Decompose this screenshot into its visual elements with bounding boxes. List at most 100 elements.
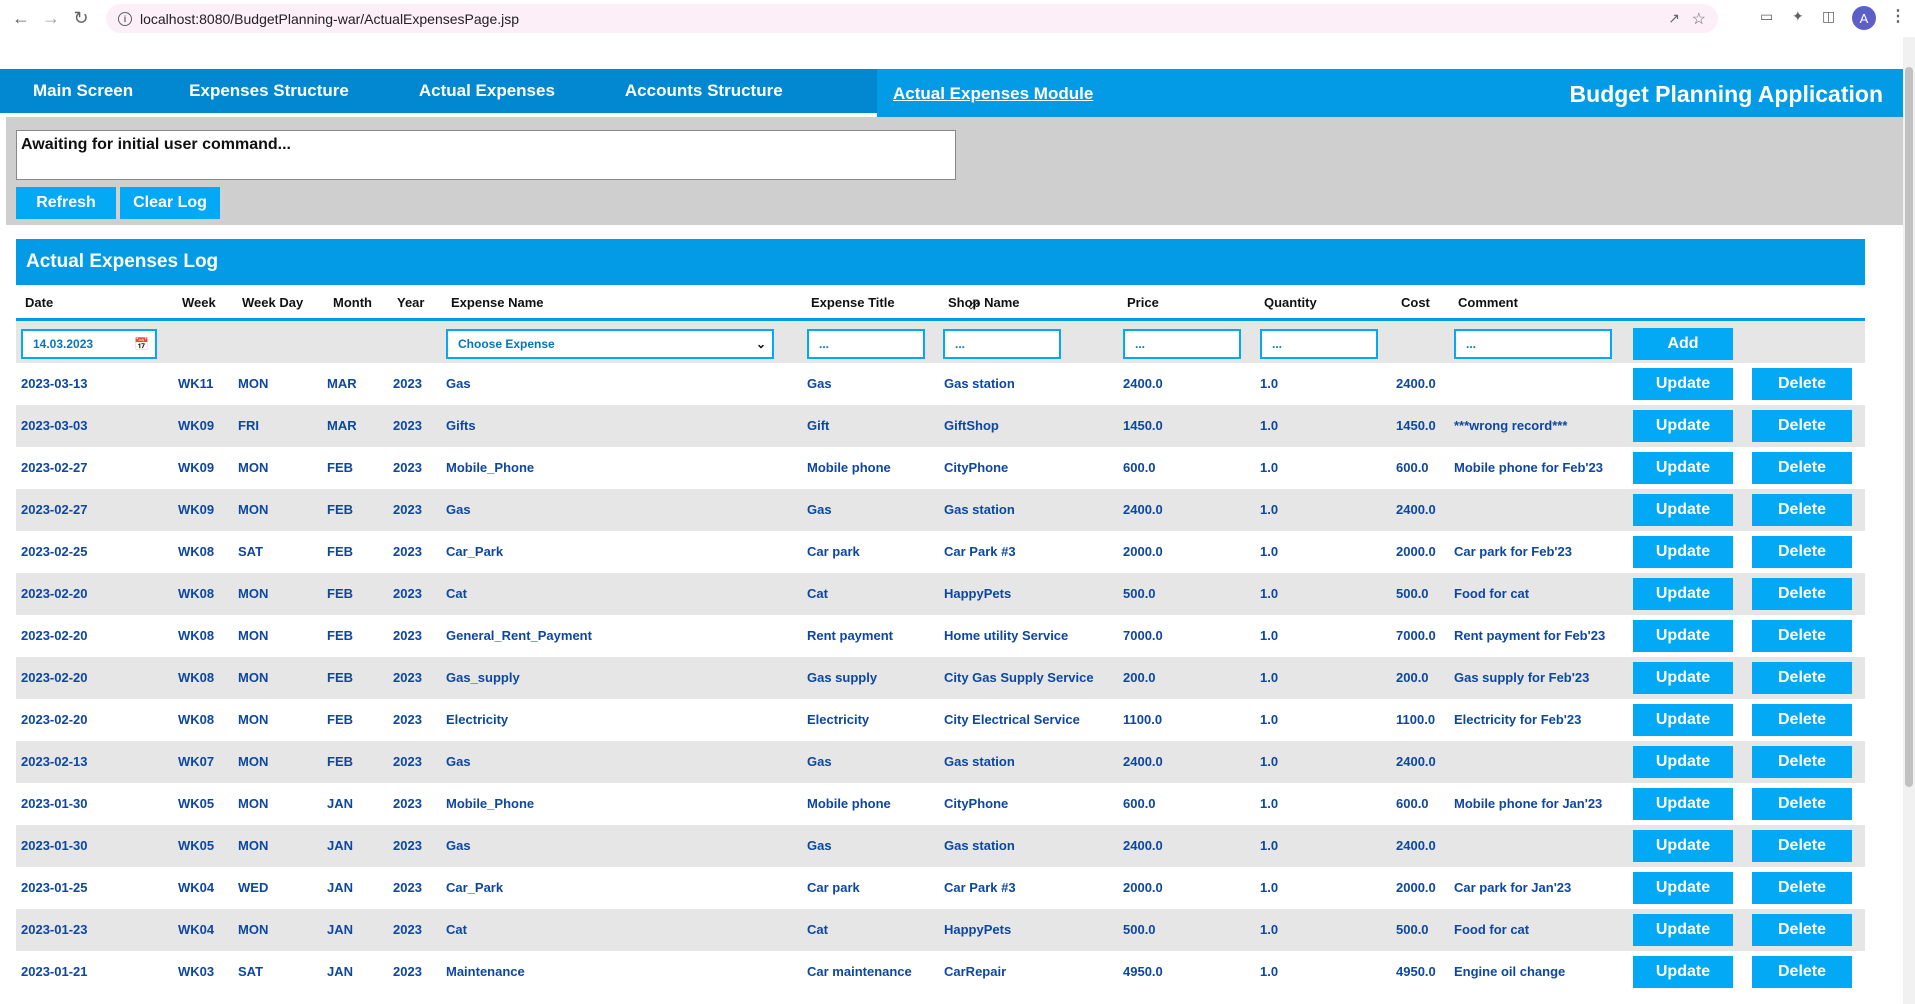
expense-select[interactable]: Choose Expense ⌄ <box>446 329 774 359</box>
cell-price: 7000.0 <box>1123 628 1163 643</box>
cell-date: 2023-02-20 <box>21 628 88 643</box>
cast-icon[interactable]: ▭ <box>1760 8 1773 25</box>
section-title: Actual Expenses Log <box>16 239 1865 285</box>
cell-shop-name: Home utility Service <box>944 628 1069 643</box>
cell-month: FEB <box>327 460 353 475</box>
cell-comment: Engine oil change <box>1454 964 1566 979</box>
cell-year: 2023 <box>393 544 422 559</box>
calendar-icon[interactable]: 📅 <box>134 337 149 351</box>
url-text[interactable]: localhost:8080/BudgetPlanning-war/Actual… <box>140 11 519 27</box>
cell-shop-name: GiftShop <box>944 418 999 433</box>
cell-cost: 600.0 <box>1396 796 1429 811</box>
share-icon[interactable]: ↗ <box>1668 10 1680 27</box>
shop-name-input[interactable]: ... <box>943 329 1061 359</box>
delete-button[interactable]: Delete <box>1752 578 1852 610</box>
update-button[interactable]: Update <box>1633 620 1733 652</box>
delete-button[interactable]: Delete <box>1752 368 1852 400</box>
delete-button[interactable]: Delete <box>1752 872 1852 904</box>
col-year: Year <box>397 295 425 310</box>
delete-button[interactable]: Delete <box>1752 662 1852 694</box>
delete-button[interactable]: Delete <box>1752 452 1852 484</box>
cell-quantity: 1.0 <box>1260 964 1279 979</box>
refresh-button[interactable]: Refresh <box>16 187 116 219</box>
update-button[interactable]: Update <box>1633 494 1733 526</box>
table-row: 2023-02-20 WK08 MON FEB 2023 Electricity… <box>16 699 1865 741</box>
delete-button[interactable]: Delete <box>1752 494 1852 526</box>
delete-button[interactable]: Delete <box>1752 956 1852 988</box>
reload-icon[interactable]: ↻ <box>68 5 94 31</box>
update-button[interactable]: Update <box>1633 536 1733 568</box>
cell-cost: 1100.0 <box>1396 712 1436 727</box>
update-button[interactable]: Update <box>1633 788 1733 820</box>
nav-actual-expenses[interactable]: Actual Expenses <box>419 69 555 113</box>
cell-expense-name: Cat <box>446 922 467 937</box>
forward-icon[interactable]: → <box>38 5 64 31</box>
update-button[interactable]: Update <box>1633 452 1733 484</box>
delete-button[interactable]: Delete <box>1752 914 1852 946</box>
nav-main-screen[interactable]: Main Screen <box>33 69 133 113</box>
back-icon[interactable]: ← <box>8 5 34 31</box>
cell-expense-title: Cat <box>807 586 828 601</box>
clear-log-button[interactable]: Clear Log <box>120 187 220 219</box>
update-button[interactable]: Update <box>1633 830 1733 862</box>
address-bar[interactable]: i localhost:8080/BudgetPlanning-war/Actu… <box>106 4 1718 33</box>
cell-year: 2023 <box>393 418 422 433</box>
update-button[interactable]: Update <box>1633 662 1733 694</box>
col-date: Date <box>25 295 54 310</box>
sidepanel-icon[interactable]: ◫ <box>1822 8 1835 25</box>
cell-expense-title: Gas <box>807 376 832 391</box>
delete-button[interactable]: Delete <box>1752 746 1852 778</box>
cell-comment: Food for cat <box>1454 586 1530 601</box>
extensions-icon[interactable]: ✦ <box>1792 8 1804 25</box>
col-expense-title: Expense Title <box>811 295 895 310</box>
browser-menu-icon[interactable]: ⋮ <box>1890 6 1906 26</box>
browser-toolbar: ← → ↻ i localhost:8080/BudgetPlanning-wa… <box>0 0 1915 37</box>
delete-button[interactable]: Delete <box>1752 704 1852 736</box>
bookmark-star-icon[interactable]: ☆ <box>1692 9 1706 29</box>
cell-week-day: MON <box>238 838 269 853</box>
update-button[interactable]: Update <box>1633 368 1733 400</box>
cell-comment: Food for cat <box>1454 922 1530 937</box>
cell-shop-name: Car Park #3 <box>944 880 1016 895</box>
update-button[interactable]: Update <box>1633 410 1733 442</box>
delete-button[interactable]: Delete <box>1752 788 1852 820</box>
comment-input[interactable]: ... <box>1454 329 1612 359</box>
price-input[interactable]: ... <box>1123 329 1241 359</box>
expense-title-input[interactable]: ... <box>807 329 925 359</box>
table-header: Date Week Week Day Month Year Expense Na… <box>16 285 1865 321</box>
cell-price: 2400.0 <box>1123 754 1163 769</box>
update-button[interactable]: Update <box>1633 704 1733 736</box>
module-link[interactable]: Actual Expenses Module <box>893 84 1093 104</box>
delete-button[interactable]: Delete <box>1752 830 1852 862</box>
cell-quantity: 1.0 <box>1260 922 1279 937</box>
cell-expense-name: Cat <box>446 586 467 601</box>
delete-button[interactable]: Delete <box>1752 536 1852 568</box>
cell-week: WK08 <box>178 712 215 727</box>
cell-shop-name: Gas station <box>944 502 1015 517</box>
update-button[interactable]: Update <box>1633 956 1733 988</box>
update-button[interactable]: Update <box>1633 872 1733 904</box>
delete-button[interactable]: Delete <box>1752 410 1852 442</box>
delete-button[interactable]: Delete <box>1752 620 1852 652</box>
nav-expenses-structure[interactable]: Expenses Structure <box>189 69 349 113</box>
cell-month: MAR <box>327 418 357 433</box>
site-info-icon[interactable]: i <box>118 11 132 26</box>
scrollbar-thumb[interactable] <box>1905 67 1913 787</box>
update-button[interactable]: Update <box>1633 914 1733 946</box>
log-message-box[interactable]: Awaiting for initial user command... <box>16 130 956 180</box>
profile-avatar[interactable]: A <box>1852 6 1876 30</box>
nav-accounts-structure[interactable]: Accounts Structure <box>625 69 783 113</box>
cell-comment: Car park for Feb'23 <box>1454 544 1572 559</box>
cell-expense-title: Gas <box>807 754 832 769</box>
cell-shop-name: Gas station <box>944 376 1015 391</box>
add-button[interactable]: Add <box>1633 328 1733 360</box>
cell-expense-name: Gas <box>446 376 471 391</box>
col-comment: Comment <box>1458 295 1518 310</box>
date-input[interactable]: 14.03.2023 📅 <box>21 329 157 359</box>
top-bar: Main Screen Expenses Structure Actual Ex… <box>0 69 1903 117</box>
update-button[interactable]: Update <box>1633 578 1733 610</box>
quantity-input[interactable]: ... <box>1260 329 1378 359</box>
page-scrollbar[interactable] <box>1903 37 1915 1004</box>
cell-quantity: 1.0 <box>1260 712 1279 727</box>
update-button[interactable]: Update <box>1633 746 1733 778</box>
